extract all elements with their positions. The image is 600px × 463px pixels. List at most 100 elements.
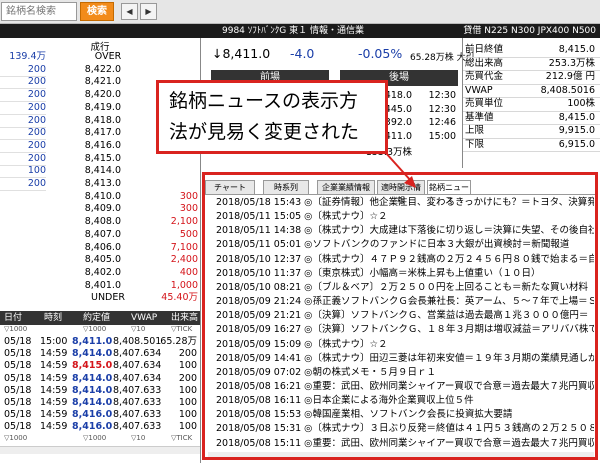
board-ask-qty: 500 xyxy=(179,228,198,240)
board-ask-qty: 7,100 xyxy=(170,241,198,253)
board-row: 8,405.0 2,400 xyxy=(0,254,200,267)
stat-label: 上限 xyxy=(465,125,485,136)
board-bid-qty: 200 xyxy=(27,178,46,189)
trade-time: 14:59 xyxy=(40,348,68,360)
search-input[interactable] xyxy=(1,2,77,21)
board-price: 8,419.0 xyxy=(84,101,121,113)
stat-value: 8,408.5016 xyxy=(540,84,595,96)
board-price: 8,415.0 xyxy=(84,152,121,164)
trade-volume: 65.28万 xyxy=(160,336,197,347)
trade-volume: 100 xyxy=(178,409,197,421)
board-price: 8,421.0 xyxy=(84,76,121,88)
callout-line-1: 銘柄ニュースの表示方 xyxy=(169,90,359,112)
board-row: UNDER 45.40万 xyxy=(0,292,200,305)
table-row: 05/18 14:59 8,414.0 8,407.633 100 xyxy=(0,385,200,397)
trade-vwap: 8,408.501 xyxy=(113,336,162,347)
table-row: 05/18 14:59 8,414.0 8,407.634 200 xyxy=(0,348,200,360)
current-price: ↓8,411.0 xyxy=(212,46,271,61)
stat-value: 9,915.0 xyxy=(558,125,595,136)
stat-label: 売買単位 xyxy=(465,98,504,109)
stat-row: VWAP 8,408.5016 xyxy=(465,85,595,98)
table-row: 05/18 14:59 8,416.0 8,407.633 100 xyxy=(0,421,200,433)
stock-name: 9984 ｿﾌﾄﾊﾞﾝｸG 東１ 情報・通信業 xyxy=(222,26,364,36)
board-row: 8,409.0 300 xyxy=(0,203,200,216)
trade-time: 14:59 xyxy=(40,384,68,396)
board-row: 8,406.0 7,100 xyxy=(0,242,200,255)
stat-row: 前日終値 8,415.0 xyxy=(465,44,595,57)
stat-label: 総出来高 xyxy=(465,57,504,69)
trade-date: 05/18 xyxy=(4,348,32,360)
board-row: 200 8,413.0 xyxy=(0,178,200,191)
trade-date: 05/18 xyxy=(4,384,32,396)
trade-price: 8,415.0 xyxy=(72,360,113,372)
session-time: 15:00 xyxy=(428,130,456,142)
trades-scrollbar[interactable] xyxy=(0,446,200,454)
callout-box: 銘柄ニュースの表示方 法が見易く変更された xyxy=(156,80,388,154)
trade-price: 8,414.0 xyxy=(72,384,113,396)
board-row: 8,401.0 1,000 xyxy=(0,280,200,293)
board-bid-qty: 200 xyxy=(27,114,46,126)
board-price: 8,409.0 xyxy=(84,203,121,215)
table-row: 05/18 14:59 8,414.0 8,407.634 200 xyxy=(0,373,200,385)
stat-value: 8,415.0 xyxy=(558,44,595,55)
trade-time: 14:59 xyxy=(40,409,68,421)
board-ask-qty: 1,000 xyxy=(170,279,198,291)
stat-label: VWAP xyxy=(465,84,493,96)
board-bid-qty: 200 xyxy=(27,139,46,151)
trade-price: 8,414.0 xyxy=(72,372,113,384)
board-ask-qty: 300 xyxy=(179,190,198,202)
search-button[interactable]: 検索 xyxy=(80,2,114,21)
board-price: 8,407.0 xyxy=(84,228,121,240)
board-ask-qty: 400 xyxy=(179,266,198,278)
board-row: 200 8,415.0 xyxy=(0,153,200,166)
trade-price: 8,414.0 xyxy=(72,397,113,408)
trade-volume: 200 xyxy=(178,372,197,384)
board-price: 8,410.0 xyxy=(84,190,121,202)
trades-header-date: 日付 xyxy=(4,313,23,323)
board-row: 8,407.0 500 xyxy=(0,229,200,242)
trade-date: 05/18 xyxy=(4,336,32,347)
trade-vwap: 8,407.633 xyxy=(113,384,162,396)
board-bid-qty: 200 xyxy=(27,127,46,139)
table-row: 05/18 14:59 8,414.0 8,407.633 100 xyxy=(0,397,200,409)
session-time: 12:30 xyxy=(428,103,456,115)
trades-header: 日付 時刻 約定値 VWAP 出来高 xyxy=(0,311,200,325)
trade-vwap: 8,407.633 xyxy=(113,397,162,408)
trade-time: 15:00 xyxy=(40,336,68,347)
board-price: 8,420.0 xyxy=(84,89,121,101)
table-row: 05/18 15:00 8,411.0 8,408.501 65.28万 xyxy=(0,336,200,348)
board-title: 成行 xyxy=(90,42,110,53)
right-arrow-icon: ▶ xyxy=(145,7,152,16)
highlight-frame xyxy=(202,172,598,460)
trades-header-volume: 出来高 xyxy=(171,313,199,323)
trade-date: 05/18 xyxy=(4,397,32,408)
table-row: 05/18 14:59 8,416.0 8,407.633 100 xyxy=(0,409,200,421)
nav-left-button[interactable]: ◀ xyxy=(121,3,138,20)
stat-label: 基準値 xyxy=(465,111,494,123)
toolbar: 検索 ◀ ▶ xyxy=(0,0,600,24)
trade-time: 14:59 xyxy=(40,421,68,433)
trade-time: 14:59 xyxy=(40,360,68,372)
board-row: 139.4万 OVER xyxy=(0,51,200,64)
stat-label: 下限 xyxy=(465,138,485,150)
board-price: 8,416.0 xyxy=(84,139,121,151)
board-price: 8,401.0 xyxy=(84,279,121,291)
board-bid-qty: 200 xyxy=(27,101,46,113)
trade-time: 14:59 xyxy=(40,397,68,408)
board-price: 8,405.0 xyxy=(84,254,121,266)
trade-volume: 200 xyxy=(178,348,197,360)
stat-row: 上限 9,915.0 xyxy=(465,125,595,138)
board-price: 8,418.0 xyxy=(84,114,121,126)
trades-header-price: 約定値 xyxy=(83,313,111,323)
trade-time: 14:59 xyxy=(40,372,68,384)
table-row: 05/18 14:59 8,415.0 8,407.634 100 xyxy=(0,360,200,372)
board-ask-qty: 300 xyxy=(179,203,198,215)
board-price: OVER xyxy=(94,51,122,62)
board-price: 8,406.0 xyxy=(84,241,121,253)
trades-footer: ▽1000 ▽1000 ▽10 ▽TICK xyxy=(4,434,193,442)
nav-right-button[interactable]: ▶ xyxy=(140,3,157,20)
trades-subheader: ▽1000 ▽1000 ▽10 ▽TICK xyxy=(4,325,193,333)
stat-value: 253.3万株 xyxy=(548,57,595,69)
stat-label: 前日終値 xyxy=(465,44,504,55)
board-bid-qty: 200 xyxy=(27,63,46,75)
